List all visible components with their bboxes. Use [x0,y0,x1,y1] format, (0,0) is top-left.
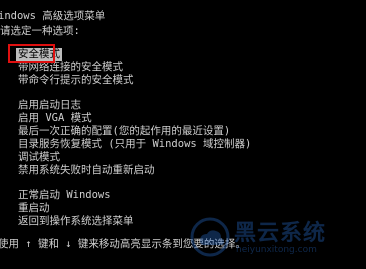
menu-item-start-normally[interactable]: 正常启动 Windows [18,189,111,202]
menu-item-reboot[interactable]: 重启动 [18,202,50,215]
cloud-logo-icon [190,217,230,257]
menu-item-safe-mode-command-prompt[interactable]: 带命令行提示的安全模式 [18,74,134,87]
menu-item-return-to-os-choices[interactable]: 返回到操作系统选择菜单 [18,215,134,228]
menu-item-vga-mode[interactable]: 启用 VGA 模式 [18,112,92,125]
menu-item-boot-logging[interactable]: 启用启动日志 [18,99,81,112]
menu-title: indows 高级选项菜单 [0,10,106,22]
menu-item-last-known-good[interactable]: 最后一次正确的配置(您的起作用的最近设置) [18,125,230,138]
menu-prompt: 请选定一种选项: [0,25,80,37]
selection-annotation-box [8,44,55,63]
menu-item-disable-auto-restart[interactable]: 禁用系统失败时自动重新启动 [18,164,155,177]
boot-screen: indows 高级选项菜单 请选定一种选项: 安全模式 带网络连接的安全模式 带… [0,0,366,269]
watermark-brand: 黑云系统 [234,221,327,246]
menu-item-debugging-mode[interactable]: 调试模式 [18,151,60,164]
menu-item-directory-services-restore[interactable]: 目录服务恢复模式 (只用于 Windows 域控制器) [18,138,251,151]
watermark: 黑云系统 heiyunxitong.com [190,213,360,263]
watermark-url: heiyunxitong.com [236,245,317,255]
